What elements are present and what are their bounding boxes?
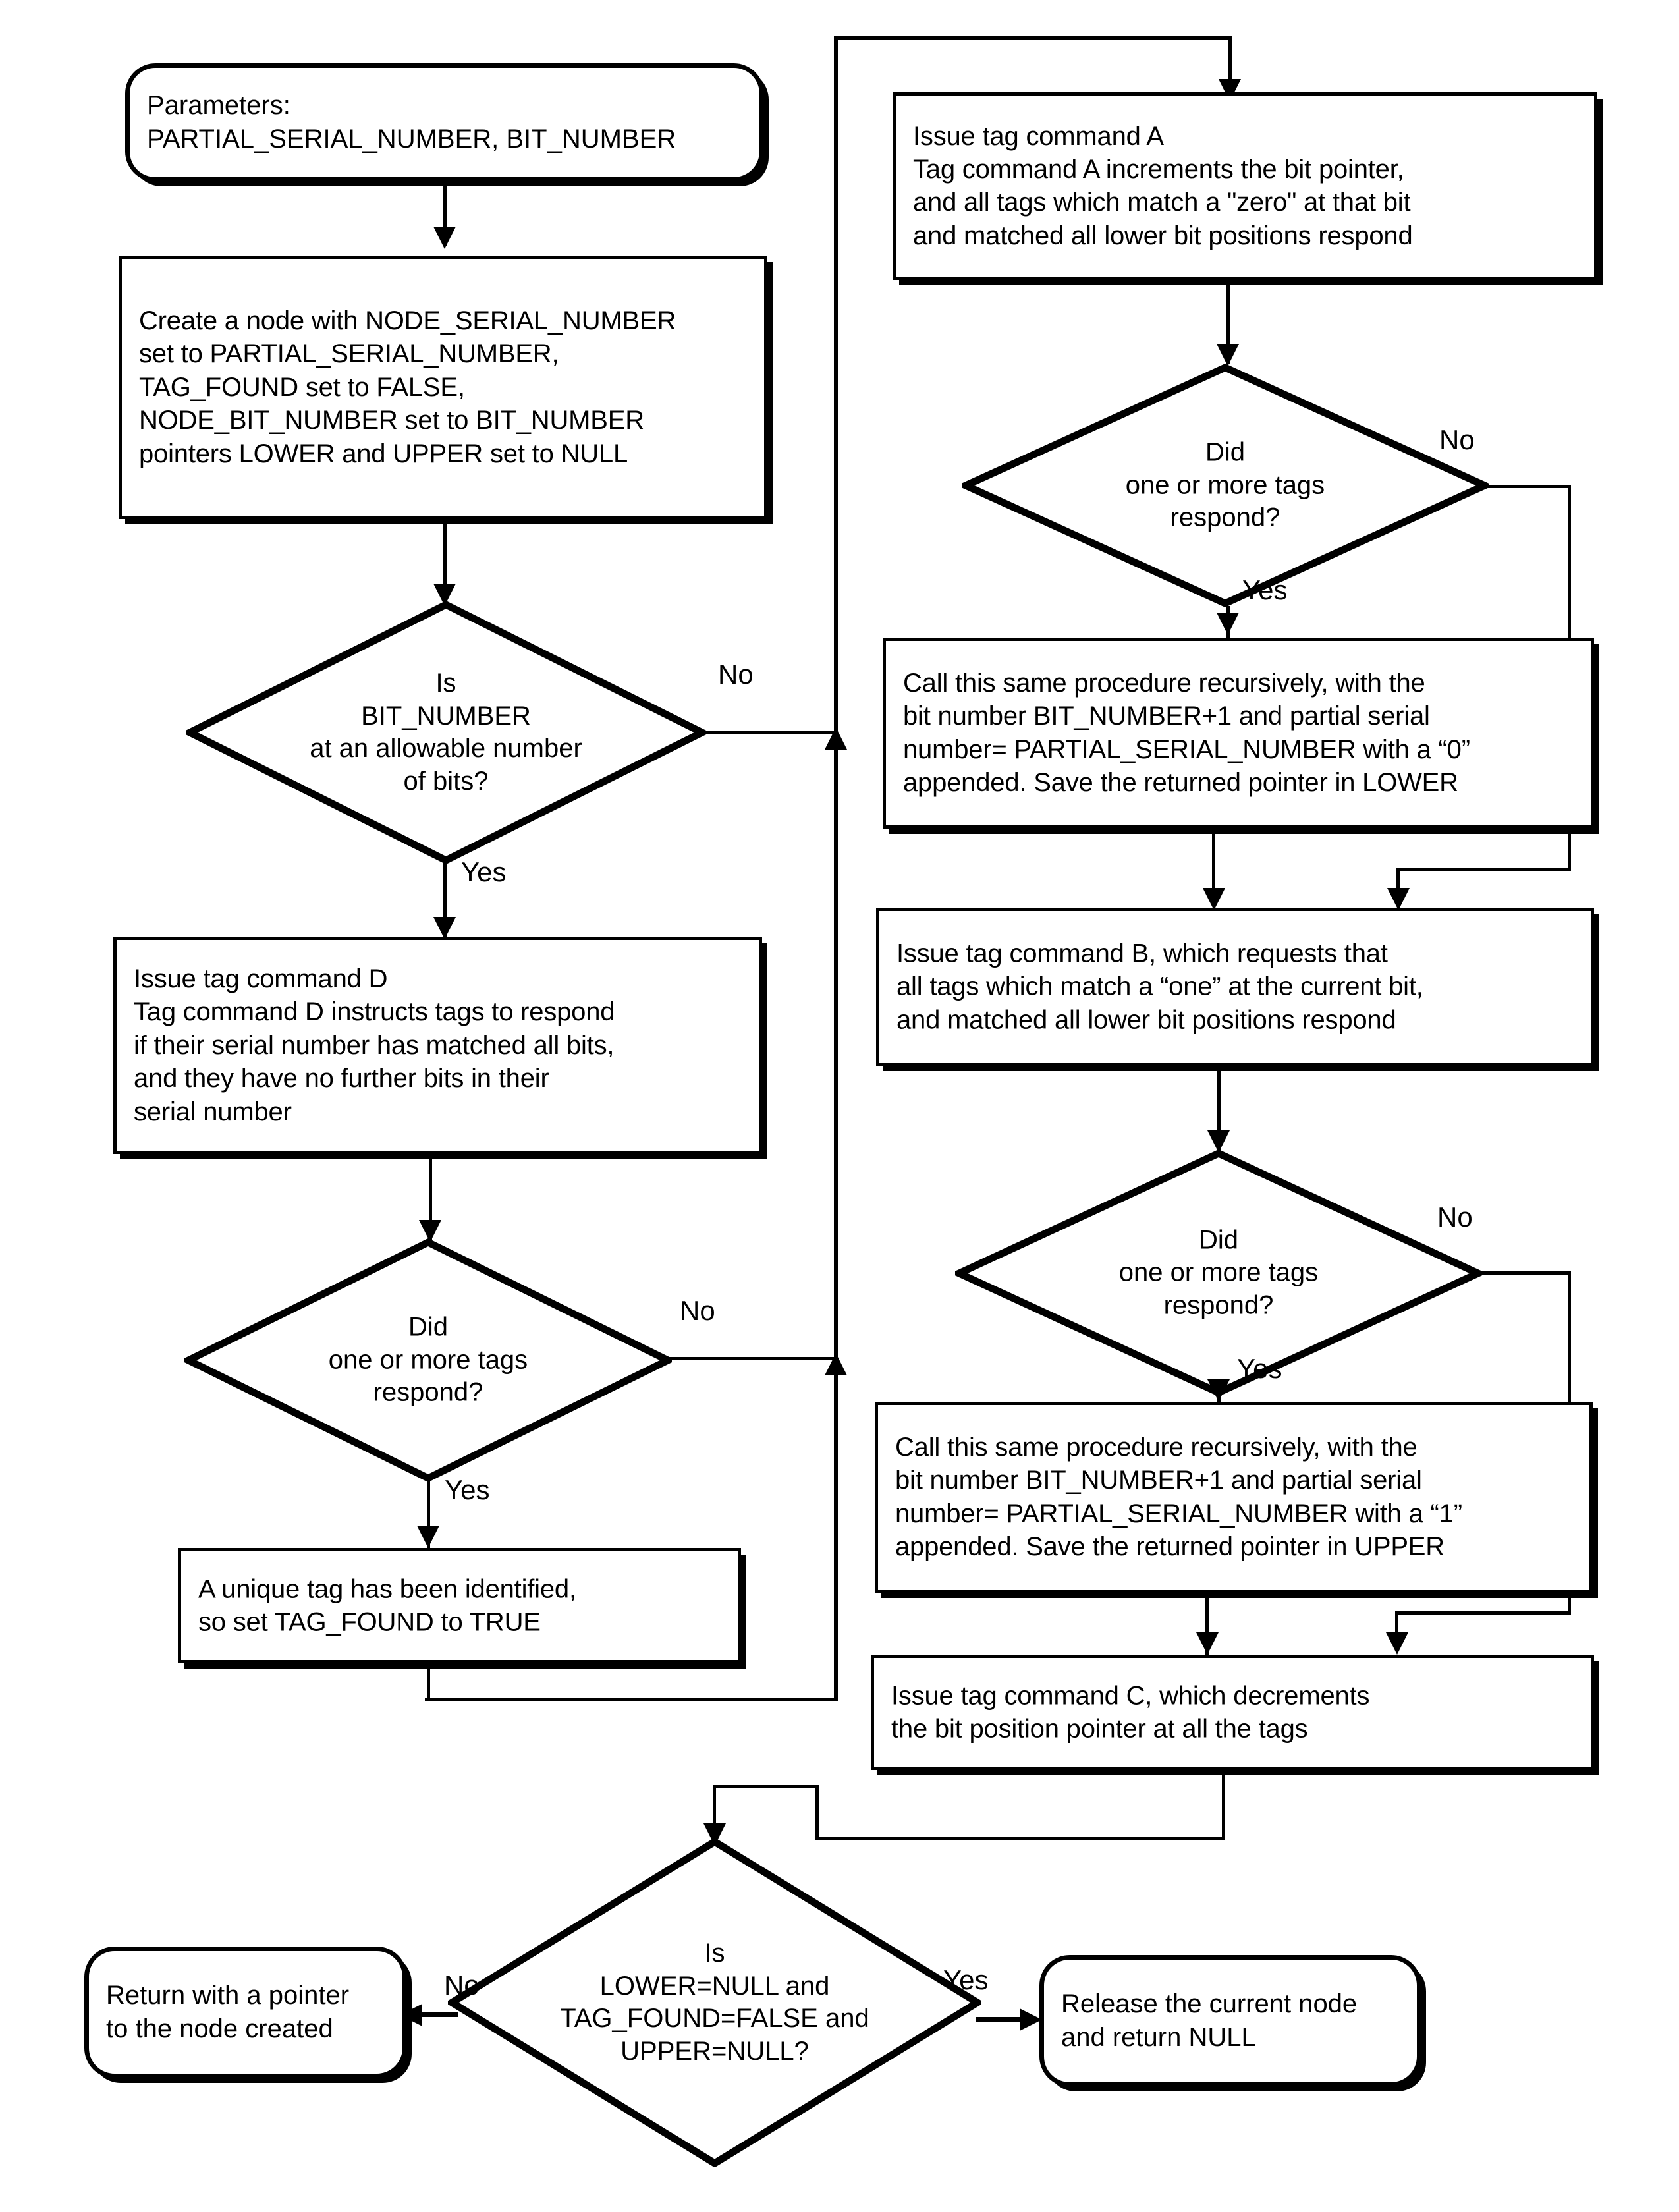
edge-unique-to-trunk — [425, 1698, 837, 1701]
edge-c-down — [1222, 1770, 1225, 1839]
node-bit-number-check-text: Is BIT_NUMBER at an allowable number of … — [310, 668, 582, 796]
arrowhead-down — [417, 1526, 439, 1548]
edge-respond-a-no — [1482, 485, 1571, 488]
flowchart-canvas: Parameters: PARTIAL_SERIAL_NUMBER, BIT_N… — [0, 0, 1679, 2212]
node-respond-check-d: Did one or more tags respond? — [184, 1238, 672, 1482]
edge-label-respond-a-no: No — [1439, 424, 1475, 455]
edge-respond-d-no — [668, 1357, 837, 1360]
edge-respond-b-no-in — [1395, 1611, 1571, 1615]
node-respond-check-a-text: Did one or more tags respond? — [1125, 437, 1325, 532]
node-unique-tag: A unique tag has been identified, so set… — [178, 1548, 741, 1663]
node-respond-check-a: Did one or more tags respond? — [962, 364, 1489, 607]
node-create-node-text: Create a node with NODE_SERIAL_NUMBER se… — [139, 306, 676, 468]
node-respond-check-d-text: Did one or more tags respond? — [328, 1312, 528, 1407]
node-tag-command-a: Issue tag command A Tag command A increm… — [893, 92, 1597, 280]
arrowhead-up — [825, 1353, 847, 1375]
edge-null-check-no — [422, 2012, 458, 2017]
node-tag-command-b-text: Issue tag command B, which requests that… — [896, 939, 1423, 1035]
node-return-pointer-text: Return with a pointer to the node create… — [106, 1980, 350, 2043]
node-tag-command-d-text: Issue tag command D Tag command D instru… — [134, 964, 615, 1126]
node-parameters: Parameters: PARTIAL_SERIAL_NUMBER, BIT_N… — [125, 63, 764, 182]
edge-label-bit-number-yes: Yes — [461, 856, 507, 887]
node-tag-command-a-text: Issue tag command A Tag command A increm… — [913, 121, 1413, 250]
node-respond-check-b: Did one or more tags respond? — [955, 1149, 1482, 1396]
node-recurse-lower: Call this same procedure recursively, wi… — [883, 638, 1594, 829]
edge-trunk-top-drop — [1228, 36, 1232, 88]
node-recurse-lower-text: Call this same procedure recursively, wi… — [903, 669, 1470, 798]
arrowhead-up — [825, 727, 847, 750]
node-tag-command-d: Issue tag command D Tag command D instru… — [113, 937, 762, 1154]
edge-label-null-check-no: No — [444, 1970, 480, 2001]
edge-null-check-yes — [976, 2017, 1022, 2022]
node-parameters-text: Parameters: PARTIAL_SERIAL_NUMBER, BIT_N… — [147, 90, 676, 153]
node-release-node: Release the current node and return NULL — [1039, 1955, 1421, 2087]
edge-label-respond-d-no: No — [680, 1295, 715, 1326]
node-return-pointer: Return with a pointer to the node create… — [84, 1947, 407, 2078]
edge-unique-down — [427, 1663, 430, 1701]
node-tag-command-c: Issue tag command C, which decrements th… — [871, 1655, 1594, 1770]
arrowhead-down — [1196, 1632, 1219, 1655]
node-tag-command-c-text: Issue tag command C, which decrements th… — [891, 1681, 1370, 1744]
edge-trunk-top — [834, 36, 1230, 40]
edge-c-left2 — [713, 1785, 818, 1788]
edge-label-respond-d-yes: Yes — [445, 1474, 490, 1505]
node-tag-command-b: Issue tag command B, which requests that… — [876, 908, 1594, 1066]
arrowhead-down — [1207, 1379, 1230, 1402]
arrowhead-down — [433, 917, 456, 939]
edge-label-respond-b-yes: Yes — [1237, 1353, 1282, 1384]
node-respond-check-b-text: Did one or more tags respond? — [1118, 1225, 1319, 1320]
node-null-check-text: Is LOWER=NULL and TAG_FOUND=FALSE and UP… — [560, 1938, 869, 2066]
arrowhead-down — [1387, 888, 1410, 910]
edge-bitcheck-no — [702, 731, 837, 734]
edge-label-respond-b-no: No — [1437, 1202, 1473, 1232]
edge-c-up — [815, 1785, 819, 1839]
arrowhead-down — [433, 227, 456, 249]
node-recurse-upper: Call this same procedure recursively, wi… — [875, 1402, 1593, 1593]
node-unique-tag-text: A unique tag has been identified, so set… — [198, 1574, 576, 1637]
edge-trunk-riser — [834, 36, 838, 1701]
node-create-node: Create a node with NODE_SERIAL_NUMBER se… — [119, 256, 767, 519]
edge-label-bit-number-no: No — [718, 659, 754, 690]
arrowhead-down — [1217, 344, 1239, 366]
arrowhead-down — [1386, 1632, 1408, 1655]
node-null-check: Is LOWER=NULL and TAG_FOUND=FALSE and UP… — [448, 1838, 981, 2167]
edge-label-null-check-yes: Yes — [943, 1964, 989, 1995]
arrowhead-right — [1020, 2008, 1042, 2031]
edge-respond-b-no — [1475, 1271, 1571, 1275]
node-recurse-upper-text: Call this same procedure recursively, wi… — [895, 1433, 1462, 1562]
node-bit-number-check: Is BIT_NUMBER at an allowable number of … — [186, 601, 706, 864]
node-release-node-text: Release the current node and return NULL — [1061, 1989, 1358, 2052]
edge-respond-a-no-in — [1396, 868, 1571, 871]
arrowhead-down — [1203, 888, 1225, 910]
arrowhead-down — [1217, 613, 1239, 635]
edge-label-respond-a-yes: Yes — [1242, 574, 1288, 605]
